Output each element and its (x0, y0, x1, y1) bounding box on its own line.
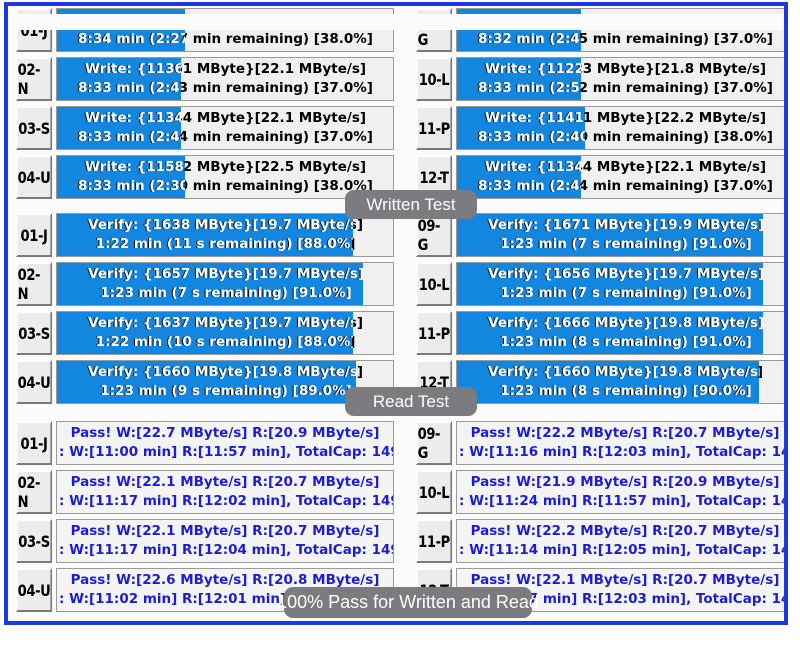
progress-bar: Write: {11344 MByte}[22.1 MByte/s] 8:33 m… (456, 155, 784, 199)
slot-id-button[interactable]: 01-J (15, 213, 53, 257)
result-label: Pass! W:[21.9 MByte/s] R:[20.9 MByte/s]:… (457, 471, 788, 513)
progress-bar-fill (457, 58, 582, 100)
progress-bar: Write: {11411 MByte}[22.2 MByte/s] 8:33 m… (456, 106, 784, 150)
write-test-rows: 01-JWrite: {11645 MByte}[22.7 MByte/s]8:… (8, 6, 784, 199)
progress-bar-fill (457, 156, 582, 198)
slot-id-button[interactable]: 10-L (415, 262, 453, 306)
result-label: Pass! W:[22.2 MByte/s] R:[20.7 MByte/s]:… (457, 520, 788, 562)
progress-bar-fill (457, 214, 763, 256)
result-label: Pass! W:[22.1 MByte/s] R:[20.7 MByte/s]:… (57, 471, 393, 513)
progress-bar: Verify: {1660 MByte}[19.8 MByte/s] 1:23 m… (456, 360, 784, 404)
read-test-badge: Read Test (345, 387, 477, 416)
result-readout: Pass! W:[22.1 MByte/s] R:[20.7 MByte/s]:… (56, 519, 394, 563)
read-test-rows: 01-J Verify: {1638 MByte}[19.7 MByte/s] 1:… (8, 14, 784, 404)
result-line-2: : W:[11:14 min] R:[12:05 min], TotalCap:… (459, 542, 788, 558)
progress-bar-fill (57, 214, 353, 256)
result-line-1: Pass! W:[22.7 MByte/s] R:[20.9 MByte/s] (70, 425, 380, 441)
progress-bar-fill (57, 58, 182, 100)
progress-bar-fill (457, 107, 585, 149)
slot-id-button[interactable]: 04-U (15, 360, 53, 404)
slot-id-button[interactable]: 03-S (15, 519, 53, 563)
progress-bar: Write: {11223 MByte}[21.8 MByte/s] 8:33 m… (456, 57, 784, 101)
progress-bar: Verify: {1666 MByte}[19.8 MByte/s] 1:23 m… (456, 311, 784, 355)
result-row: 11-P Pass! W:[22.2 MByte/s] R:[20.7 MByte… (412, 519, 788, 563)
slot-id-button[interactable]: 02-N (15, 262, 53, 306)
progress-row: 10-L Write: {11223 MByte}[21.8 MByte/s] 8:… (412, 57, 784, 101)
result-readout: Pass! W:[21.9 MByte/s] R:[20.9 MByte/s]:… (456, 470, 788, 514)
progress-row: 01-J Verify: {1638 MByte}[19.7 MByte/s] 1:… (12, 213, 394, 257)
slot-id-button[interactable]: 10-L (415, 470, 453, 514)
results-section: 01-J Pass! W:[22.7 MByte/s] R:[20.9 MByte… (8, 22, 784, 612)
progress-bar-fill (457, 263, 763, 305)
progress-bar-fill (57, 312, 353, 354)
slot-id-button[interactable]: 11-P (415, 106, 453, 150)
result-readout: Pass! W:[22.2 MByte/s] R:[20.7 MByte/s]:… (456, 421, 788, 465)
slot-id-button[interactable]: 09-G (415, 421, 453, 465)
progress-bar-fill (457, 361, 760, 403)
progress-bar: Verify: {1657 MByte}[19.7 MByte/s] 1:23 m… (56, 262, 394, 306)
slot-id-button[interactable]: 02-N (15, 470, 53, 514)
progress-bar-fill (457, 312, 763, 354)
progress-bar: Verify: {1638 MByte}[19.7 MByte/s] 1:22 m… (56, 213, 394, 257)
slot-id-button[interactable]: 03-S (15, 106, 53, 150)
result-row: 01-J Pass! W:[22.7 MByte/s] R:[20.9 MByte… (12, 421, 394, 465)
result-line-2: : W:[11:17 min] R:[12:02 min], TotalCap:… (59, 493, 394, 509)
result-row: 09-G Pass! W:[22.2 MByte/s] R:[20.7 MByte… (412, 421, 788, 465)
result-line-2: : W:[11:24 min] R:[11:57 min], TotalCap:… (459, 493, 788, 509)
write-test-section: 01-JWrite: {11645 MByte}[22.7 MByte/s]8:… (8, 6, 784, 199)
progress-bar: Verify: {1660 MByte}[19.8 MByte/s] 1:23 m… (56, 360, 394, 404)
result-readout: Pass! W:[22.1 MByte/s] R:[20.7 MByte/s]:… (56, 470, 394, 514)
progress-bar: Write: {11361 MByte}[22.1 MByte/s] 8:33 m… (56, 57, 394, 101)
progress-row: 02-N Write: {11361 MByte}[22.1 MByte/s] 8:… (12, 57, 394, 101)
slot-id-button[interactable]: 04-U (15, 568, 53, 612)
result-line-2: : W:[11:00 min] R:[11:57 min], TotalCap:… (59, 444, 394, 460)
result-label: Pass! W:[22.1 MByte/s] R:[20.7 MByte/s]:… (57, 520, 393, 562)
progress-row: 04-U Verify: {1660 MByte}[19.8 MByte/s] 1:… (12, 360, 394, 404)
progress-bar: Verify: {1637 MByte}[19.7 MByte/s] 1:22 m… (56, 311, 394, 355)
slot-id-button[interactable]: 09-G (415, 213, 453, 257)
slot-id-button[interactable]: 03-S (15, 311, 53, 355)
final-result-badge: 100% Pass for Written and Read (277, 587, 539, 618)
result-line-2: : W:[11:17 min] R:[12:04 min], TotalCap:… (59, 542, 394, 558)
progress-row: 09-G Verify: {1671 MByte}[19.9 MByte/s] 1:… (412, 213, 784, 257)
results-rows: 01-J Pass! W:[22.7 MByte/s] R:[20.9 MByte… (8, 22, 784, 612)
progress-bar: Verify: {1671 MByte}[19.9 MByte/s] 1:23 m… (456, 213, 784, 257)
result-line-1: Pass! W:[21.9 MByte/s] R:[20.9 MByte/s] (470, 474, 780, 490)
progress-row: 03-S Write: {11344 MByte}[22.1 MByte/s] 8:… (12, 106, 394, 150)
slot-id-button[interactable]: 02-N (15, 57, 53, 101)
progress-row: 03-S Verify: {1637 MByte}[19.7 MByte/s] 1:… (12, 311, 394, 355)
progress-row: 11-P Verify: {1666 MByte}[19.8 MByte/s] 1:… (412, 311, 784, 355)
result-row: 03-S Pass! W:[22.1 MByte/s] R:[20.7 MByte… (12, 519, 394, 563)
progress-bar: Write: {11582 MByte}[22.5 MByte/s] 8:33 m… (56, 155, 394, 199)
progress-bar-fill (57, 263, 363, 305)
result-line-1: Pass! W:[22.2 MByte/s] R:[20.7 MByte/s] (470, 425, 780, 441)
progress-bar-fill (57, 156, 185, 198)
result-row: 02-N Pass! W:[22.1 MByte/s] R:[20.7 MByte… (12, 470, 394, 514)
slot-id-button[interactable]: 04-U (15, 155, 53, 199)
result-label: Pass! W:[22.7 MByte/s] R:[20.9 MByte/s]:… (57, 422, 393, 464)
result-line-1: Pass! W:[22.1 MByte/s] R:[20.7 MByte/s] (70, 523, 380, 539)
result-line-1: Pass! W:[22.1 MByte/s] R:[20.7 MByte/s] (70, 474, 380, 490)
result-readout: Pass! W:[22.7 MByte/s] R:[20.9 MByte/s]:… (56, 421, 394, 465)
progress-bar: Verify: {1656 MByte}[19.7 MByte/s] 1:23 m… (456, 262, 784, 306)
progress-row: 11-P Write: {11411 MByte}[22.2 MByte/s] 8:… (412, 106, 784, 150)
progress-bar-fill (57, 107, 182, 149)
progress-row: 10-L Verify: {1656 MByte}[19.7 MByte/s] 1:… (412, 262, 784, 306)
progress-bar: Write: {11344 MByte}[22.1 MByte/s] 8:33 m… (56, 106, 394, 150)
slot-id-button[interactable]: 11-P (415, 519, 453, 563)
slot-id-button[interactable]: 10-L (415, 57, 453, 101)
result-readout: Pass! W:[22.2 MByte/s] R:[20.7 MByte/s]:… (456, 519, 788, 563)
written-test-badge: Written Test (345, 190, 477, 219)
result-line-1: Pass! W:[22.2 MByte/s] R:[20.7 MByte/s] (470, 523, 780, 539)
result-label: Pass! W:[22.2 MByte/s] R:[20.7 MByte/s]:… (457, 422, 788, 464)
progress-bar-fill (57, 361, 357, 403)
read-test-section: 01-J Verify: {1638 MByte}[19.7 MByte/s] 1:… (8, 14, 784, 404)
progress-row: 04-U Write: {11582 MByte}[22.5 MByte/s] 8:… (12, 155, 394, 199)
result-line-2: : W:[11:16 min] R:[12:03 min], TotalCap:… (459, 444, 788, 460)
duplicator-status-window: 01-JWrite: {11645 MByte}[22.7 MByte/s]8:… (4, 2, 788, 625)
progress-row: 02-N Verify: {1657 MByte}[19.7 MByte/s] 1:… (12, 262, 394, 306)
slot-id-button[interactable]: 11-P (415, 311, 453, 355)
result-row: 10-L Pass! W:[21.9 MByte/s] R:[20.9 MByte… (412, 470, 788, 514)
slot-id-button[interactable]: 01-J (15, 421, 53, 465)
